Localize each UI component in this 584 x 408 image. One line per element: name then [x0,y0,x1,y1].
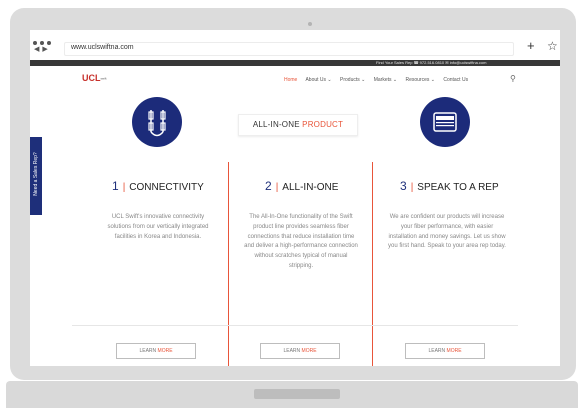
side-tab-label: Need a Sales Rep? [33,152,39,196]
learn-more-button[interactable]: LEARN MORE [260,343,340,359]
column-2-body: The All-In-One functionality of the Swif… [244,214,358,269]
nav-item-products[interactable]: Products ⌄ [340,77,365,83]
forward-arrow-icon[interactable]: ▶ [42,46,50,53]
column-1-title: 1 | CONNECTIVITY [112,179,204,193]
column-3-title: 3 | SPEAK TO A REP [400,179,499,193]
sales-rep-side-tab[interactable]: Need a Sales Rep? [30,137,42,215]
topbar-contact-text[interactable]: Find Your Sales Rep ☎ 972.516.0810 ✉ inf… [376,60,486,66]
nav-item-home[interactable]: Home [284,77,297,83]
more-text: MORE [157,348,173,354]
camera-icon [308,22,312,26]
connectivity-circle [132,97,182,147]
nav-item-about[interactable]: About Us ⌄ [305,77,331,83]
new-tab-button[interactable]: + [527,39,535,53]
headline-main: ALL-IN-ONE [252,120,303,129]
column-divider [228,162,229,366]
learn-text: LEARN [139,348,158,354]
headline-accent: PRODUCT [302,120,344,129]
nav-item-markets[interactable]: Markets ⌄ [374,77,397,83]
nav-item-resources[interactable]: Resources ⌄ [405,77,434,83]
column-3-body: We are confident our products will incre… [388,214,506,250]
headline: ALL-IN-ONE PRODUCT [238,114,358,136]
logo-text: UCL [82,73,101,83]
column-3-title-text: SPEAK TO A REP [417,182,499,193]
learn-more-button[interactable]: LEARN MORE [116,343,196,359]
column-divider [372,162,373,366]
logo-sub-text: swift [100,76,107,81]
browser-chrome: ◀▶ www.uclswiftna.com + ☆ [30,30,560,60]
top-info-bar: Find Your Sales Rep ☎ 972.516.0810 ✉ inf… [30,60,560,66]
more-text: MORE [301,348,317,354]
search-icon[interactable]: ⚲ [510,74,516,83]
learn-more-button[interactable]: LEARN MORE [405,343,485,359]
column-2-title: 2 | ALL-IN-ONE [265,179,338,193]
laptop-notch [254,389,340,399]
title-separator: | [410,182,414,193]
column-3-number: 3 [400,179,407,193]
column-1-title-text: CONNECTIVITY [129,182,204,193]
id-card-icon [433,112,457,132]
more-text: MORE [446,348,462,354]
title-separator: | [275,182,279,193]
fiber-cable-icon [148,110,166,137]
column-1-number: 1 [112,179,119,193]
column-1-body: UCL Swift's innovative connectivity solu… [107,214,209,240]
title-separator: | [122,182,126,193]
screen: ◀▶ www.uclswiftna.com + ☆ Find Your Sale… [30,30,560,366]
bookmark-star-icon[interactable]: ☆ [547,39,558,53]
section-divider [72,325,518,326]
site-logo[interactable]: UCLswift [82,73,107,84]
learn-text: LEARN [283,348,302,354]
nav-arrows: ◀▶ [34,45,51,53]
nav-item-contact[interactable]: Contact Us [443,77,468,83]
main-nav: Home About Us ⌄ Products ⌄ Markets ⌄ Res… [284,77,475,83]
speak-to-rep-circle [420,97,470,147]
column-2-title-text: ALL-IN-ONE [282,182,339,193]
column-2-number: 2 [265,179,272,193]
url-text[interactable]: www.uclswiftna.com [71,44,134,51]
learn-text: LEARN [428,348,447,354]
address-bar[interactable]: www.uclswiftna.com [64,42,514,56]
